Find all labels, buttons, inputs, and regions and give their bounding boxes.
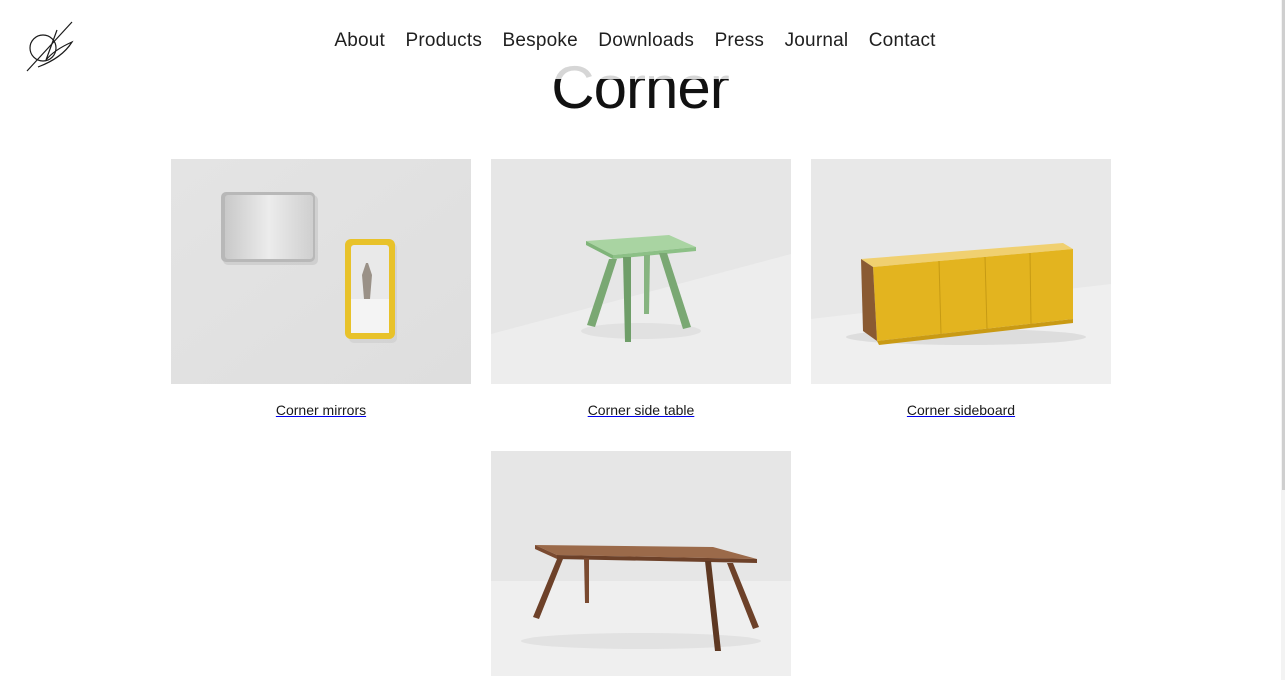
nav-press[interactable]: Press <box>715 30 765 52</box>
product-caption: Corner side table <box>587 402 695 418</box>
corner-mirrors-image <box>171 159 471 384</box>
page-title: Corner <box>0 52 1280 124</box>
product-card-corner-mirrors[interactable]: Corner mirrors <box>171 159 471 418</box>
nav-journal[interactable]: Journal <box>785 30 849 52</box>
corner-side-table-image <box>491 159 791 384</box>
nav-contact[interactable]: Contact <box>869 30 936 52</box>
product-card-corner-table[interactable] <box>491 451 791 676</box>
product-caption: Corner sideboard <box>906 402 1016 418</box>
nav-downloads[interactable]: Downloads <box>598 30 694 52</box>
nav-about[interactable]: About <box>334 30 385 52</box>
corner-table-image <box>491 451 791 676</box>
product-card-corner-sideboard[interactable]: Corner sideboard <box>811 159 1111 418</box>
main-nav: About Products Bespoke Downloads Press J… <box>0 30 1270 52</box>
product-card-corner-side-table[interactable]: Corner side table <box>491 159 791 418</box>
nav-bespoke[interactable]: Bespoke <box>503 30 578 52</box>
nav-products[interactable]: Products <box>405 30 482 52</box>
corner-sideboard-image <box>811 159 1111 384</box>
product-caption: Corner mirrors <box>275 402 367 418</box>
